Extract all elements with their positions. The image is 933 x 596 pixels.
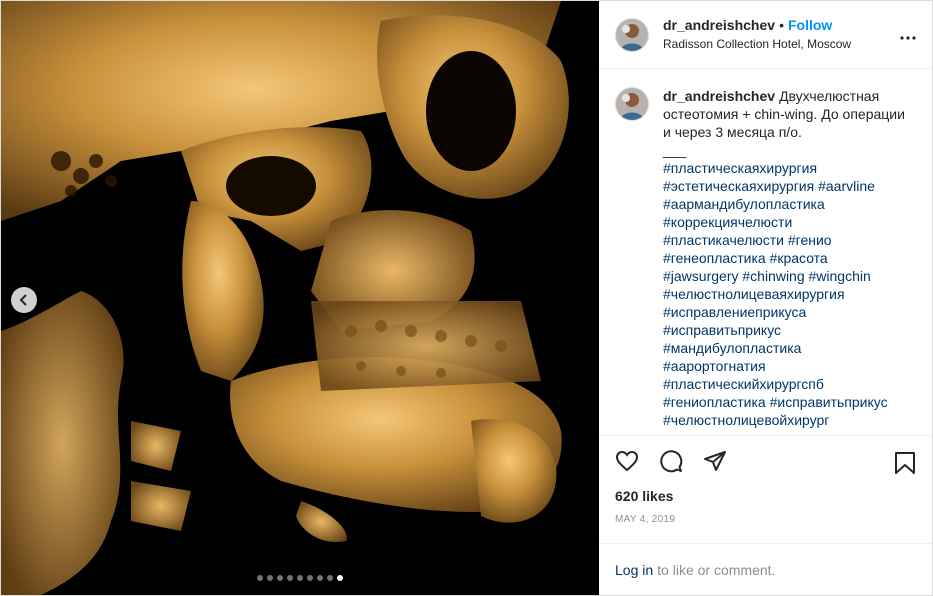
hashtag-line[interactable]: #пластическийхирургспб (663, 375, 916, 393)
save-button[interactable] (894, 451, 916, 480)
hashtag-line[interactable]: #пластикачелюсти #генио (663, 231, 916, 249)
hashtag-line[interactable]: #исправлениеприкуса (663, 303, 916, 321)
login-prompt: Log in to like or comment. (599, 543, 932, 595)
carousel-dot (327, 575, 333, 581)
hashtag-line[interactable]: #челюстнолицеваяхирургия (663, 285, 916, 303)
avatar-image (616, 18, 648, 51)
hashtag-line[interactable]: #челюстнолицевойхирург (663, 411, 916, 429)
hashtag-list: #пластическаяхирургия #эстетическаяхирур… (663, 159, 916, 429)
hashtag-line[interactable]: #генеопластика #красота (663, 249, 916, 267)
carousel-indicator (1, 575, 599, 581)
caption-avatar[interactable] (615, 87, 649, 122)
more-options-button[interactable] (900, 27, 916, 45)
hashtag-line[interactable]: #аарортогнатия (663, 357, 916, 375)
login-link[interactable]: Log in (615, 562, 653, 578)
carousel-dot (277, 575, 283, 581)
avatar[interactable] (615, 17, 649, 52)
action-bar (599, 435, 932, 486)
hashtag-line[interactable]: #мандибулопластика (663, 339, 916, 357)
post-header: dr_andreishchev • Follow Radisson Collecti… (599, 1, 932, 70)
hashtag-line[interactable]: #гениопластика #исправитьприкус (663, 393, 916, 411)
hashtag-line[interactable]: #исправитьприкус (663, 321, 916, 339)
carousel-dot (307, 575, 313, 581)
hashtag-line[interactable]: #аармандибулопластика (663, 195, 916, 213)
paper-plane-icon (704, 451, 726, 472)
post-sidebar: dr_andreishchev • Follow Radisson Collecti… (599, 1, 932, 595)
comment-button[interactable] (659, 449, 683, 473)
caption: dr_andreishchev Двухчелюстная остеотомия … (663, 87, 916, 435)
separator-dot: • (779, 17, 784, 34)
caption-username[interactable]: dr_andreishchev (663, 88, 775, 104)
bookmark-icon (895, 452, 915, 475)
avatar-image (616, 88, 648, 121)
chevron-left-icon (19, 294, 27, 306)
login-suffix: to like or comment. (657, 561, 776, 578)
hashtag-line[interactable]: #пластическаяхирургия (663, 159, 916, 177)
header-info: dr_andreishchev • Follow Radisson Collecti… (663, 16, 851, 53)
carousel-dot (297, 575, 303, 581)
heart-icon (615, 451, 639, 472)
post-media[interactable] (1, 1, 599, 595)
share-button[interactable] (703, 449, 727, 473)
carousel-dot (267, 575, 273, 581)
carousel-prev-button[interactable] (11, 287, 37, 313)
hashtag-line[interactable]: #коррекциячелюсти (663, 213, 916, 231)
like-button[interactable] (615, 449, 639, 473)
comments-section: dr_andreishchev Двухчелюстная остеотомия … (599, 69, 932, 435)
carousel-dot (257, 575, 263, 581)
post-date[interactable]: MAY 4, 2019 (599, 506, 932, 533)
hashtag-line[interactable]: #эстетическаяхирургия #aarvline (663, 177, 916, 195)
location-link[interactable]: Radisson Collection Hotel, Moscow (663, 35, 851, 53)
follow-button[interactable]: Follow (788, 17, 832, 33)
more-options-icon (900, 36, 916, 40)
hashtag-line[interactable]: #jawsurgery #chinwing #wingchin (663, 267, 916, 285)
comment-bubble-icon (660, 450, 683, 473)
likes-count[interactable]: 620 likes (599, 486, 932, 506)
caption-divider: ___ (663, 142, 687, 159)
carousel-dot (287, 575, 293, 581)
ct-scan-image (1, 1, 599, 595)
username-link[interactable]: dr_andreishchev (663, 17, 775, 33)
carousel-dot (317, 575, 323, 581)
post-dialog: dr_andreishchev • Follow Radisson Collecti… (0, 0, 933, 596)
carousel-dot-active (337, 575, 343, 581)
